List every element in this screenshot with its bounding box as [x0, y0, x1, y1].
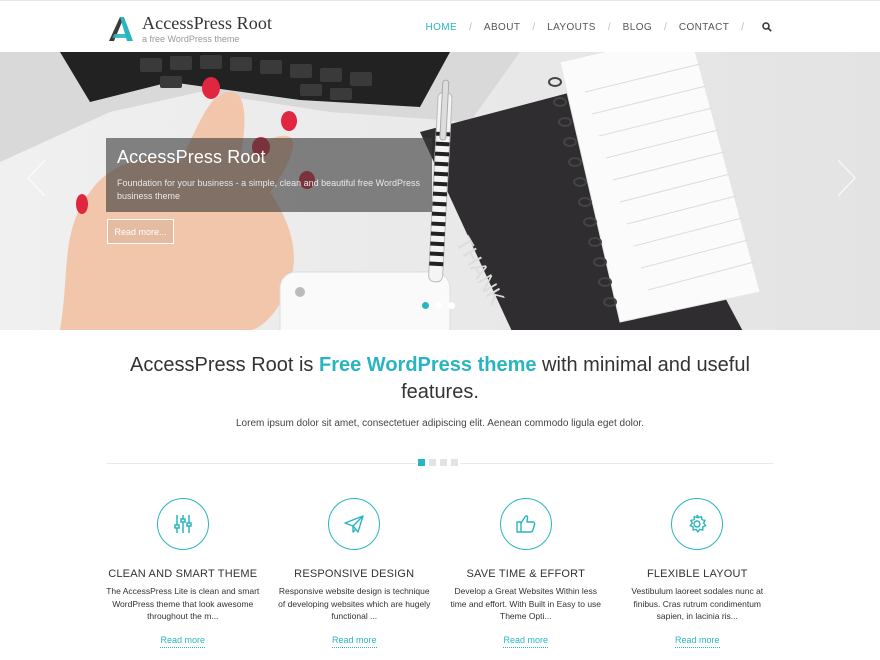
hero-slider: THANK AccessPress Root Foundation for yo… [0, 52, 880, 330]
feature-read-more-link[interactable]: Read more [160, 635, 206, 648]
site-title: AccessPress Root [142, 13, 273, 33]
intro-heading-highlight: Free WordPress theme [319, 354, 537, 376]
divider-ornament [416, 459, 460, 466]
paper-plane-icon [328, 498, 381, 550]
features-row: CLEAN AND SMART THEME The AccessPress Li… [97, 498, 783, 648]
nav-contact[interactable]: CONTACT [679, 22, 729, 33]
intro-heading: AccessPress Root is Free WordPress theme… [90, 352, 790, 406]
slide-title: AccessPress Root [117, 147, 266, 167]
feature-title: RESPONSIVE DESIGN [294, 568, 415, 580]
feature-card: SAVE TIME & EFFORT Develop a Great Websi… [440, 498, 612, 648]
feature-text: Responsive website design is technique o… [278, 586, 431, 621]
site-header: AccessPress Root a free WordPress theme … [0, 0, 880, 52]
feature-text: The AccessPress Lite is clean and smart … [106, 586, 260, 621]
feature-card: FLEXIBLE LAYOUT Vestibulum laoreet sodal… [612, 498, 784, 648]
divider-square [429, 459, 436, 466]
gear-icon [671, 498, 724, 550]
nav-separator: / [469, 21, 472, 33]
feature-title: SAVE TIME & EFFORT [466, 568, 585, 580]
slider-dot-3[interactable] [448, 302, 455, 309]
search-icon[interactable] [760, 20, 774, 34]
nav-layouts[interactable]: LAYOUTS [547, 22, 596, 33]
feature-text: Vestibulum laoreet sodales nunc at finib… [631, 586, 764, 621]
nav-separator: / [607, 21, 611, 33]
feature-title: CLEAN AND SMART THEME [108, 568, 258, 580]
nav-blog[interactable]: BLOG [623, 22, 652, 33]
slide-read-more-button[interactable]: Read more... [107, 219, 174, 244]
divider-square [451, 459, 458, 466]
logo-icon [106, 15, 134, 43]
nav-about[interactable]: ABOUT [484, 22, 520, 33]
slide-text: Foundation for your business - a simple,… [117, 178, 420, 201]
slider-dot-1[interactable] [422, 302, 429, 309]
intro-section: AccessPress Root is Free WordPress theme… [0, 352, 880, 429]
feature-card: RESPONSIVE DESIGN Responsive website des… [269, 498, 441, 648]
site-logo[interactable]: AccessPress Root a free WordPress theme [106, 13, 272, 44]
nav-separator: / [664, 21, 667, 33]
main-nav: HOME / ABOUT / LAYOUTS / BLOG / CONTACT … [426, 1, 775, 53]
feature-text: Develop a Great Websites Within less tim… [450, 586, 602, 621]
slide-caption: AccessPress Root Foundation for your bus… [106, 138, 432, 212]
feature-title: FLEXIBLE LAYOUT [646, 568, 748, 580]
slider-pagination [422, 302, 455, 309]
sliders-icon [156, 498, 209, 550]
slider-dot-2[interactable] [435, 302, 442, 309]
nav-separator: / [741, 21, 744, 33]
feature-card: CLEAN AND SMART THEME The AccessPress Li… [97, 498, 269, 648]
divider-square [418, 459, 425, 466]
nav-separator: / [532, 21, 536, 33]
intro-heading-start: AccessPress Root is [130, 354, 319, 376]
divider-square [440, 459, 447, 466]
nav-home[interactable]: HOME [426, 22, 458, 33]
feature-read-more-link[interactable]: Read more [331, 635, 377, 648]
site-tagline: a free WordPress theme [142, 34, 240, 44]
feature-read-more-link[interactable]: Read more [503, 635, 549, 648]
intro-text: Lorem ipsum dolor sit amet, consectetuer… [235, 418, 644, 429]
feature-read-more-link[interactable]: Read more [674, 635, 720, 648]
thumbs-up-icon [499, 498, 552, 550]
